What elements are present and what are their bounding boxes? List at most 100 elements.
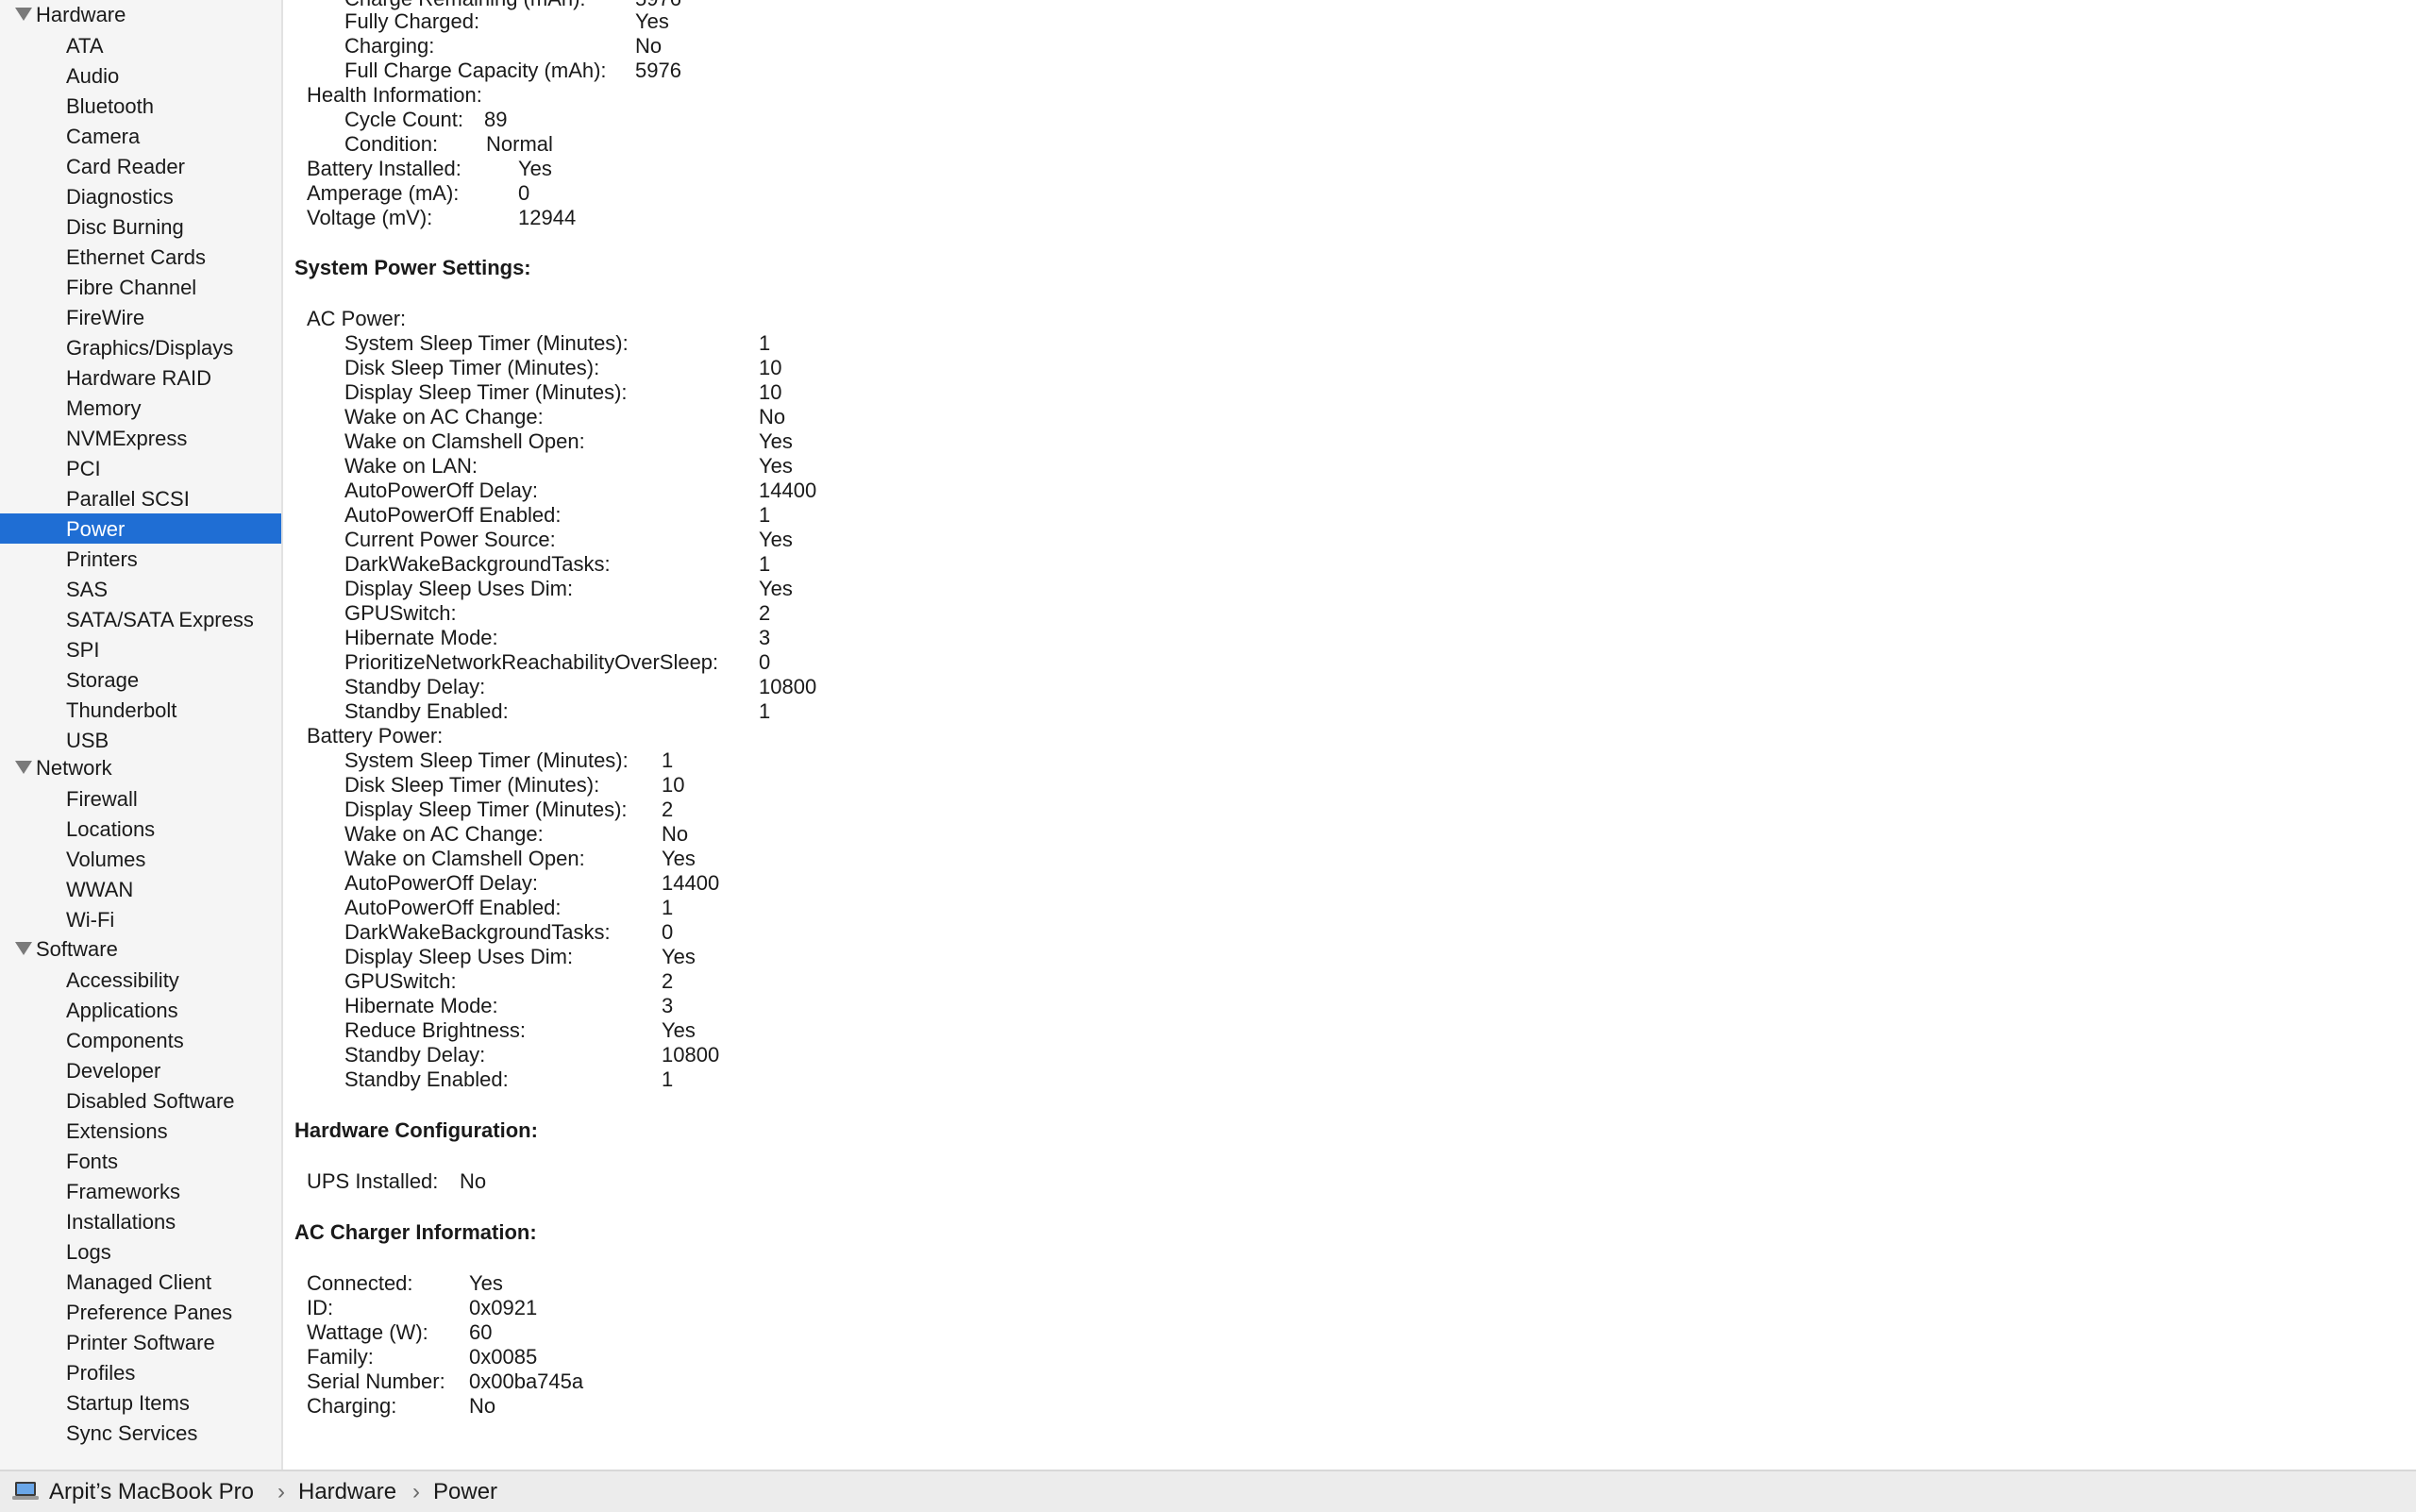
- sidebar-item-memory[interactable]: Memory: [0, 393, 281, 423]
- path-computer[interactable]: Arpit’s MacBook Pro: [49, 1479, 254, 1505]
- sidebar-item-ata[interactable]: ATA: [0, 30, 281, 60]
- ac-power-row-value: Yes: [759, 577, 793, 600]
- sidebar-item-installations[interactable]: Installations: [0, 1206, 281, 1236]
- sidebar-item-printers[interactable]: Printers: [0, 544, 281, 574]
- ac-power-row-value: 10: [759, 380, 782, 404]
- sidebar-item-power[interactable]: Power: [0, 513, 281, 544]
- sidebar-item-audio[interactable]: Audio: [0, 60, 281, 91]
- sidebar-item-printer-software[interactable]: Printer Software: [0, 1327, 281, 1357]
- ac-power-row-label: DarkWakeBackgroundTasks:: [344, 552, 611, 576]
- battery-row-value: Yes: [635, 9, 669, 33]
- sidebar-group-hardware[interactable]: Hardware: [0, 0, 281, 30]
- disclosure-triangle-icon[interactable]: [15, 8, 32, 21]
- sidebar-item-firewire[interactable]: FireWire: [0, 302, 281, 332]
- ups-installed-label: UPS Installed:: [307, 1169, 439, 1193]
- sidebar-group-label: Network: [36, 756, 112, 780]
- sidebar-item-fonts[interactable]: Fonts: [0, 1146, 281, 1176]
- sidebar-item-parallel-scsi[interactable]: Parallel SCSI: [0, 483, 281, 513]
- sidebar-item-managed-client[interactable]: Managed Client: [0, 1267, 281, 1297]
- sidebar-item-ethernet-cards[interactable]: Ethernet Cards: [0, 242, 281, 272]
- sidebar-item-accessibility[interactable]: Accessibility: [0, 965, 281, 995]
- battery-row-label: Charging:: [344, 34, 435, 58]
- sidebar-item-hardware-raid[interactable]: Hardware RAID: [0, 362, 281, 393]
- sidebar-group-network[interactable]: Network: [0, 753, 281, 783]
- ac-power-row-value: Yes: [759, 454, 793, 478]
- path-hardware[interactable]: Hardware: [298, 1479, 396, 1505]
- disclosure-triangle-icon[interactable]: [15, 942, 32, 955]
- battery-power-row-value: 10: [662, 773, 685, 797]
- sidebar-item-label: Managed Client: [66, 1270, 212, 1294]
- sidebar-item-label: Printer Software: [66, 1331, 215, 1354]
- sidebar-item-profiles[interactable]: Profiles: [0, 1357, 281, 1387]
- health-information-label: Health Information:: [307, 83, 482, 107]
- sidebar-item-sync-services[interactable]: Sync Services: [0, 1418, 281, 1448]
- battery-power-row-label: Standby Enabled:: [344, 1067, 509, 1091]
- sidebar-item-camera[interactable]: Camera: [0, 121, 281, 151]
- sidebar-item-label: Logs: [66, 1240, 111, 1264]
- sidebar-item-firewall[interactable]: Firewall: [0, 783, 281, 814]
- sidebar-item-label: Fibre Channel: [66, 276, 197, 299]
- sidebar[interactable]: Hardware ATA Audio Bluetooth Camera Card Read…: [0, 0, 283, 1470]
- ac-power-row-value: 2: [759, 601, 771, 625]
- sidebar-item-components[interactable]: Components: [0, 1025, 281, 1055]
- sidebar-item-usb[interactable]: USB: [0, 725, 281, 755]
- sidebar-item-startup-items[interactable]: Startup Items: [0, 1387, 281, 1418]
- battery-power-row-value: 3: [662, 994, 674, 1017]
- sidebar-group-software[interactable]: Software: [0, 934, 281, 965]
- sidebar-item-label: SATA/SATA Express: [66, 608, 254, 631]
- sidebar-item-wi-fi[interactable]: Wi-Fi: [0, 904, 281, 934]
- sidebar-item-label: Printers: [66, 547, 138, 571]
- system-information-window: Hardware ATA Audio Bluetooth Camera Card Read…: [0, 0, 2416, 1512]
- sidebar-item-disc-burning[interactable]: Disc Burning: [0, 211, 281, 242]
- path-bar: Arpit’s MacBook Pro › Hardware › Power: [0, 1470, 2416, 1512]
- sidebar-item-spi[interactable]: SPI: [0, 634, 281, 664]
- ac-charger-row-label: ID:: [307, 1296, 334, 1319]
- ac-power-row-value: 1: [759, 503, 771, 527]
- sidebar-item-sata-sata-express[interactable]: SATA/SATA Express: [0, 604, 281, 634]
- sidebar-item-fibre-channel[interactable]: Fibre Channel: [0, 272, 281, 302]
- sidebar-item-developer[interactable]: Developer: [0, 1055, 281, 1085]
- sidebar-item-sas[interactable]: SAS: [0, 574, 281, 604]
- sidebar-item-card-reader[interactable]: Card Reader: [0, 151, 281, 181]
- sidebar-item-wwan[interactable]: WWAN: [0, 874, 281, 904]
- sidebar-item-frameworks[interactable]: Frameworks: [0, 1176, 281, 1206]
- sidebar-item-thunderbolt[interactable]: Thunderbolt: [0, 695, 281, 725]
- battery-power-row-value: Yes: [662, 847, 696, 870]
- path-power[interactable]: Power: [433, 1479, 497, 1505]
- sidebar-item-pci[interactable]: PCI: [0, 453, 281, 483]
- sidebar-item-diagnostics[interactable]: Diagnostics: [0, 181, 281, 211]
- sidebar-item-extensions[interactable]: Extensions: [0, 1116, 281, 1146]
- ac-power-row-label: Wake on Clamshell Open:: [344, 429, 585, 453]
- sidebar-item-label: Sync Services: [66, 1421, 198, 1445]
- sidebar-item-label: PCI: [66, 457, 101, 480]
- sidebar-item-bluetooth[interactable]: Bluetooth: [0, 91, 281, 121]
- sidebar-item-locations[interactable]: Locations: [0, 814, 281, 844]
- sidebar-item-label: SAS: [66, 578, 109, 601]
- sidebar-item-preference-panes[interactable]: Preference Panes: [0, 1297, 281, 1327]
- sidebar-item-label: Disc Burning: [66, 215, 184, 239]
- ac-charger-row-label: Wattage (W):: [307, 1320, 428, 1344]
- battery-power-row-value: 2: [662, 798, 674, 821]
- sidebar-item-graphics-displays[interactable]: Graphics/Displays: [0, 332, 281, 362]
- sidebar-item-label: Components: [66, 1029, 184, 1052]
- sidebar-item-logs[interactable]: Logs: [0, 1236, 281, 1267]
- path-separator: ›: [277, 1479, 285, 1504]
- sidebar-item-disabled-software[interactable]: Disabled Software: [0, 1085, 281, 1116]
- ac-power-row-label: Display Sleep Uses Dim:: [344, 577, 574, 600]
- disclosure-triangle-icon[interactable]: [15, 761, 32, 774]
- ac-charger-row-label: Charging:: [307, 1394, 397, 1418]
- ac-power-row-label: Standby Delay:: [344, 675, 486, 698]
- sidebar-item-applications[interactable]: Applications: [0, 995, 281, 1025]
- sidebar-item-label: Installations: [66, 1210, 176, 1234]
- ac-power-row-value: 14400: [759, 479, 817, 502]
- sidebar-item-nvmexpress[interactable]: NVMExpress: [0, 423, 281, 453]
- sidebar-item-volumes[interactable]: Volumes: [0, 844, 281, 874]
- sidebar-item-storage[interactable]: Storage: [0, 664, 281, 695]
- ac-power-row-label: PrioritizeNetworkReachabilityOverSleep:: [344, 650, 719, 674]
- ac-power-row-label: Wake on LAN:: [344, 454, 478, 478]
- battery-info-row-label: Amperage (mA):: [307, 181, 460, 205]
- battery-row-value: 5976: [635, 59, 681, 82]
- power-detail-pane[interactable]: Charge Remaining (mAh):5976Fully Charged…: [283, 0, 2416, 1470]
- ac-charger-row-value: 0x00ba745a: [469, 1369, 584, 1393]
- sidebar-item-label: Applications: [66, 999, 178, 1022]
